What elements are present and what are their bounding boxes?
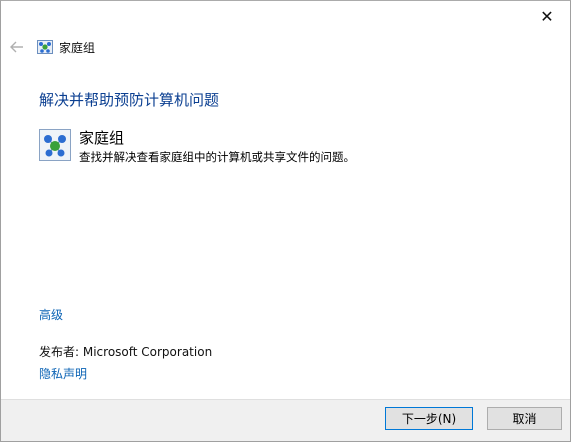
close-button[interactable]: ✕ bbox=[524, 1, 570, 31]
troubleshooter-description: 查找并解决查看家庭组中的计算机或共享文件的问题。 bbox=[79, 150, 355, 164]
homegroup-icon bbox=[37, 40, 53, 54]
window-title: 家庭组 bbox=[59, 40, 96, 55]
homegroup-icon bbox=[39, 129, 71, 161]
navigation-bar: 家庭组 bbox=[9, 37, 95, 57]
footer-bar: 下一步(N) 取消 bbox=[1, 399, 570, 441]
cancel-button[interactable]: 取消 bbox=[487, 407, 562, 430]
privacy-statement-link[interactable]: 隐私声明 bbox=[39, 365, 87, 382]
advanced-link[interactable]: 高级 bbox=[39, 306, 63, 323]
troubleshooter-text: 家庭组 查找并解决查看家庭组中的计算机或共享文件的问题。 bbox=[79, 129, 355, 165]
publisher-text: 发布者: Microsoft Corporation bbox=[39, 345, 213, 359]
back-arrow-icon[interactable] bbox=[9, 39, 25, 55]
page-heading: 解决并帮助预防计算机问题 bbox=[39, 91, 220, 109]
troubleshooter-title: 家庭组 bbox=[79, 129, 125, 147]
troubleshooter-window: ✕ 家庭组 解决并帮助预防计算机问题 家庭组 查找并解决查看家庭组中的计算机或共… bbox=[0, 0, 571, 442]
troubleshooter-item[interactable]: 家庭组 查找并解决查看家庭组中的计算机或共享文件的问题。 bbox=[39, 129, 355, 165]
next-button[interactable]: 下一步(N) bbox=[385, 407, 473, 430]
close-icon: ✕ bbox=[540, 6, 554, 26]
